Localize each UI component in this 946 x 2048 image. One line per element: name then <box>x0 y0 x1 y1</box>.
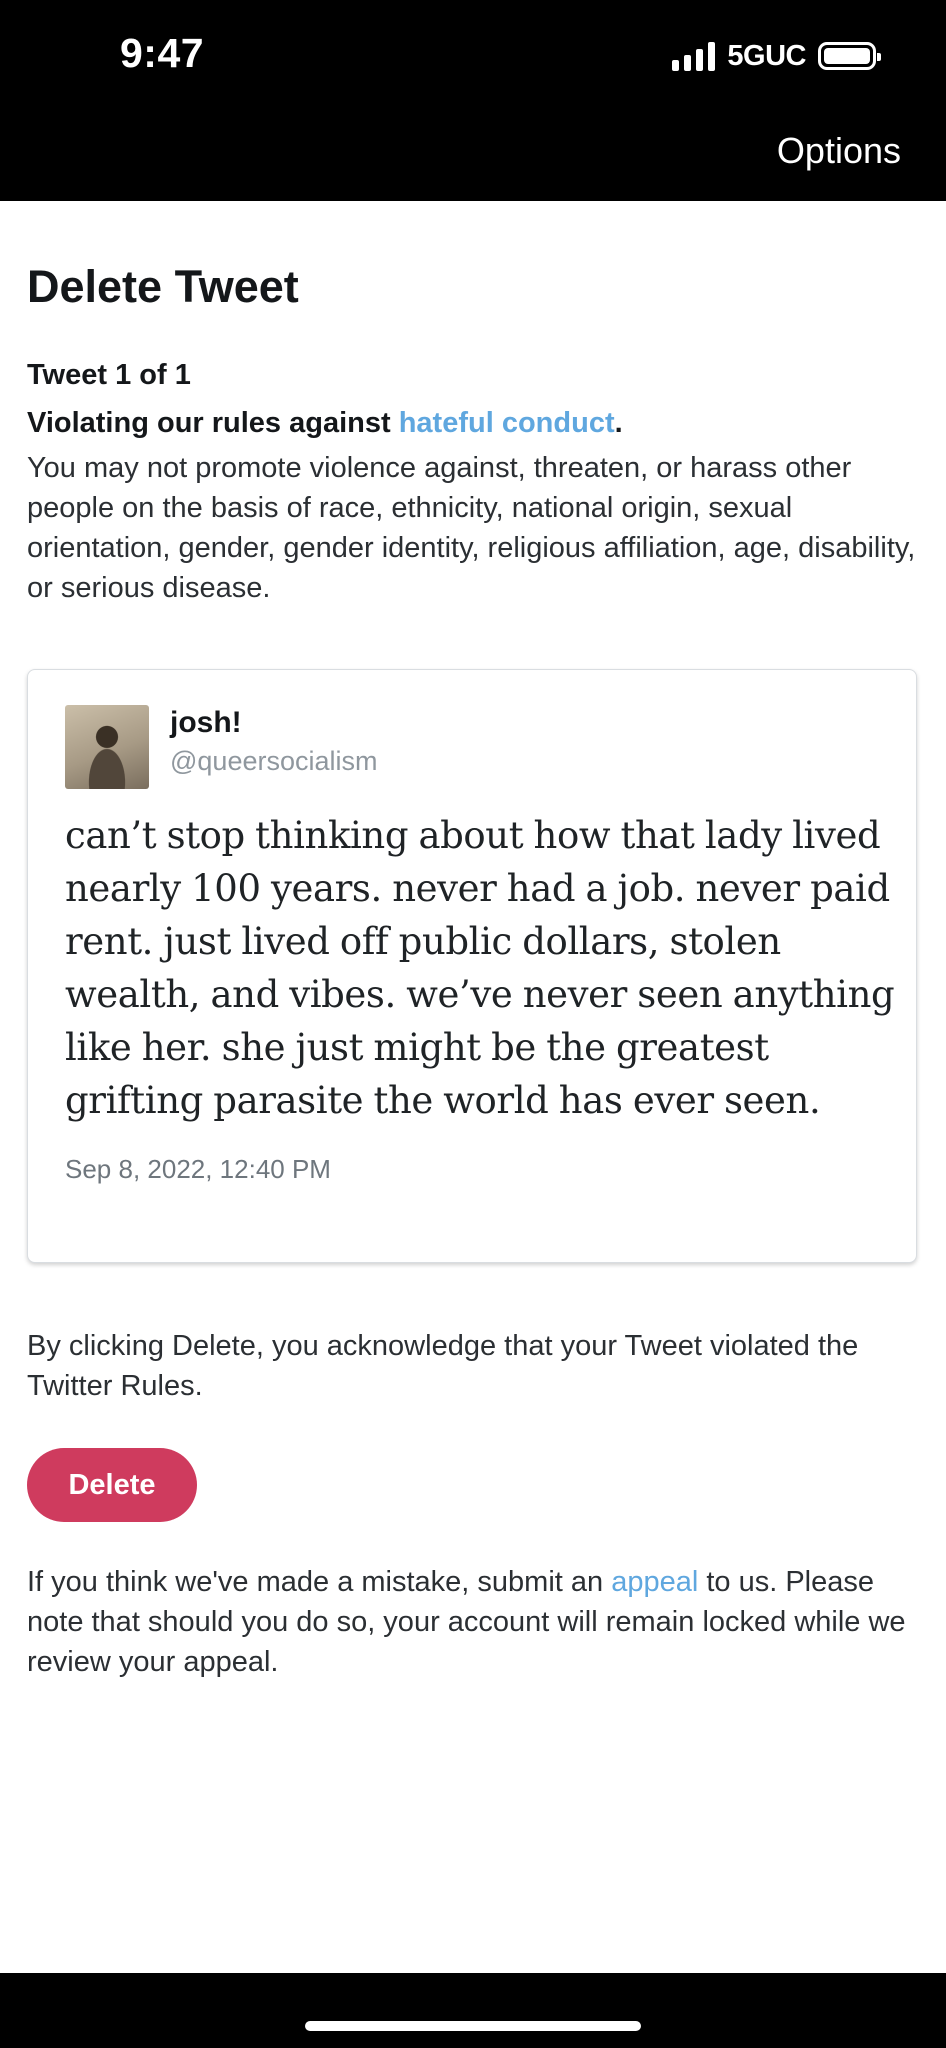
delete-button[interactable]: Delete <box>27 1448 197 1522</box>
network-type: 5GUC <box>727 39 806 72</box>
tweet-author-name: josh! <box>170 706 242 739</box>
status-time: 9:47 <box>120 30 205 76</box>
violation-suffix: . <box>614 407 623 439</box>
battery-icon <box>818 42 881 70</box>
home-indicator[interactable] <box>305 2021 641 2031</box>
tweet-author-handle: @queersocialism <box>170 746 378 776</box>
page-title: Delete Tweet <box>27 261 299 312</box>
tweet-timestamp: Sep 8, 2022, 12:40 PM <box>65 1154 331 1184</box>
violation-heading: Violating our rules against hateful cond… <box>27 407 623 440</box>
options-button[interactable]: Options <box>777 130 901 172</box>
status-icons: 5GUC <box>672 38 881 74</box>
appeal-link[interactable]: appeal <box>611 1566 698 1598</box>
appeal-prefix: If you think we've made a mistake, submi… <box>27 1566 612 1598</box>
bottom-bar <box>0 1973 946 2048</box>
acknowledgement-text: By clicking Delete, you acknowledge that… <box>27 1330 859 1402</box>
rule-description: You may not promote violence against, th… <box>27 452 916 604</box>
violation-prefix: Violating our rules against <box>27 407 399 439</box>
tweet-counter: Tweet 1 of 1 <box>27 359 191 391</box>
cellular-signal-icon <box>672 41 716 71</box>
appeal-text: If you think we've made a mistake, submi… <box>27 1562 917 1682</box>
tweet-text: can’t stop thinking about how that lady … <box>65 814 895 1122</box>
hateful-conduct-link[interactable]: hateful conduct <box>399 407 615 439</box>
top-bar: 9:47 5GUC Options <box>0 0 946 201</box>
tweet-card: josh! @queersocialism can’t stop thinkin… <box>27 669 917 1263</box>
avatar <box>65 705 149 789</box>
